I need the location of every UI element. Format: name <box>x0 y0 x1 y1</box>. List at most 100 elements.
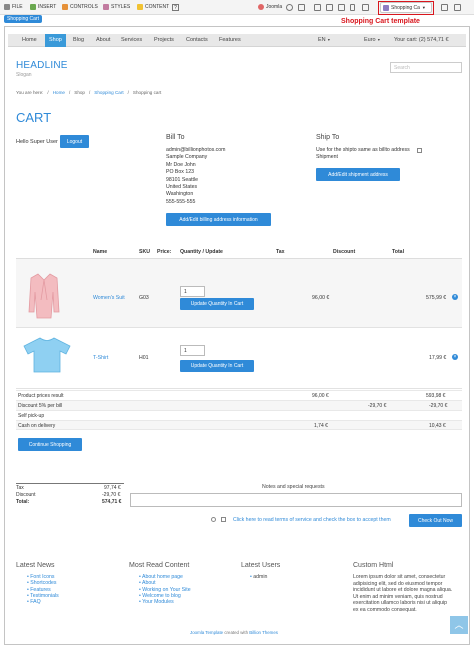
currency-select[interactable]: Euro ▼ <box>364 37 381 43</box>
nav-item-features[interactable]: Features <box>219 37 241 43</box>
close-icon[interactable] <box>454 4 461 11</box>
product-link-tshirt[interactable]: T-Shirt <box>93 355 108 361</box>
custom-html-heading: Custom Html <box>353 562 394 569</box>
joomla-link[interactable]: Joomla <box>258 4 282 10</box>
latest-users-heading: Latest Users <box>241 562 281 569</box>
list-item[interactable]: FAQ <box>27 599 59 605</box>
list-item[interactable]: Shortcodes <box>27 580 59 586</box>
save-icon[interactable] <box>362 4 369 11</box>
site-slogan: Slogan <box>16 72 32 78</box>
col-price: Price: <box>157 249 172 255</box>
controls-menu[interactable]: CONTROLS <box>62 4 98 10</box>
custom-html-text: Lorem ipsum dolor sit amet, consectetur … <box>353 574 453 613</box>
breadcrumb-current: Shopping cart <box>132 90 162 95</box>
continue-shopping-button[interactable]: Continue Shopping <box>18 438 82 451</box>
laptop-view-icon[interactable] <box>326 4 333 11</box>
list-item: admin <box>250 574 267 580</box>
insert-menu[interactable]: INSERT <box>30 4 56 10</box>
total-cell: 575,99 € <box>426 295 447 301</box>
tshirt-image[interactable] <box>22 336 72 374</box>
styles-menu[interactable]: STYLES <box>103 4 130 10</box>
help-button[interactable]: ? <box>172 4 179 11</box>
same-as-billto-checkbox[interactable] <box>417 148 422 153</box>
question-icon: ? <box>172 4 179 11</box>
nav-item-about[interactable]: About <box>96 37 110 43</box>
styles-icon <box>103 4 109 10</box>
product-link-womens-suit[interactable]: Women's Suit <box>93 295 125 301</box>
list-item[interactable]: Working on Your Site <box>139 587 190 593</box>
caret-down-icon: ▼ <box>327 38 331 42</box>
update-quantity-button[interactable]: Update Quantity In Cart <box>180 360 254 372</box>
remove-item-icon[interactable]: × <box>452 354 458 360</box>
col-total: Total <box>392 249 405 255</box>
logout-button[interactable]: Logout <box>60 135 89 148</box>
list-item[interactable]: Your Modules <box>139 599 191 605</box>
col-quantity: Quantity / Update <box>180 249 223 255</box>
settings-icon[interactable] <box>441 4 448 11</box>
shipto-option: Use for the shipto same as billto addres… <box>316 147 410 161</box>
page-title: CART <box>16 110 52 125</box>
terms-link[interactable]: Click here to read terms of service and … <box>233 517 391 523</box>
page-badge: Shopping Cart <box>4 15 42 23</box>
tablet-view-icon[interactable] <box>338 4 345 11</box>
breadcrumb-prefix: You are here: <box>16 90 44 95</box>
totals-box: Tax 97,74 € Discount -29,70 € Total: 574,71… <box>16 483 124 505</box>
sku-cell: H01 <box>139 355 149 361</box>
mobile-view-icon[interactable] <box>350 4 355 11</box>
terms-checkbox[interactable] <box>221 517 226 522</box>
nav-item-shop[interactable]: Shop <box>45 34 66 47</box>
nav-item-services[interactable]: Services <box>121 37 142 43</box>
latest-news-heading: Latest News <box>16 562 55 569</box>
checkout-button[interactable]: Check Out Now <box>409 514 462 527</box>
notes-textarea[interactable] <box>130 493 462 507</box>
latest-news-list: Font Icons Shortcodes Features Testimoni… <box>27 574 59 605</box>
summary-row: Cash on delivery 1,74 € 10,43 € <box>16 420 462 430</box>
table-row <box>16 259 462 327</box>
content-menu[interactable]: CONTENT <box>137 4 169 10</box>
summary-row: Self pick-up <box>16 410 462 420</box>
breadcrumb-home[interactable]: Home <box>53 90 65 95</box>
nav-item-contacts[interactable]: Contacts <box>186 37 208 43</box>
table-row <box>16 327 462 389</box>
remove-item-icon[interactable]: × <box>452 294 458 300</box>
col-sku: SKU <box>139 249 150 255</box>
cart-summary-link[interactable]: Your cart: (2) 574,71 € <box>394 37 449 43</box>
breadcrumb-shop: Shop <box>74 90 85 95</box>
update-quantity-button[interactable]: Update Quantity In Cart <box>180 298 254 310</box>
col-tax: Tax <box>276 249 285 255</box>
sku-cell: G03 <box>139 295 149 301</box>
most-read-heading: Most Read Content <box>129 562 190 569</box>
info-icon <box>211 517 216 522</box>
scroll-to-top-button[interactable]: ︿ <box>450 616 468 634</box>
desktop-view-icon[interactable] <box>314 4 321 11</box>
insert-icon <box>30 4 36 10</box>
search-input[interactable]: Search <box>390 62 462 73</box>
annotation-label: Shopping Cart template <box>341 18 420 25</box>
site-headline[interactable]: HEADLINE <box>16 60 68 71</box>
nav-item-blog[interactable]: Blog <box>73 37 84 43</box>
joomla-icon <box>258 4 264 10</box>
breadcrumb-shopping-cart[interactable]: Shopping Cart <box>94 90 123 95</box>
file-icon <box>4 4 10 10</box>
latest-users-list: admin <box>250 574 267 580</box>
breadcrumb: You are here: / Home / Shop / Shopping C… <box>16 90 162 95</box>
nav-item-projects[interactable]: Projects <box>154 37 174 43</box>
womens-suit-image[interactable] <box>28 272 60 320</box>
summary-row: Product prices result 96,00 € 593,98 € <box>16 390 462 400</box>
ship-to-heading: Ship To <box>316 134 340 141</box>
edit-billing-button[interactable]: Add/Edit billing address information <box>166 213 271 226</box>
quantity-input[interactable]: 1 <box>180 345 205 356</box>
file-menu[interactable]: FILE <box>4 4 23 10</box>
redo-icon[interactable] <box>298 4 305 11</box>
most-read-list: About home page About Working on Your Si… <box>139 574 191 605</box>
refresh-icon[interactable] <box>286 4 293 11</box>
footer-credit: Joomla Template created with Billion The… <box>190 630 278 635</box>
greeting-text: Hello Super User <box>16 139 58 145</box>
controls-icon <box>62 4 68 10</box>
nav-item-home[interactable]: Home <box>22 37 37 43</box>
quantity-input[interactable]: 1 <box>180 286 205 297</box>
main-nav: Home Shop Blog About Services Projects C… <box>8 34 466 47</box>
edit-shipment-button[interactable]: Add/Edit shipment address <box>316 168 400 181</box>
chevron-up-icon: ︿ <box>454 620 464 630</box>
language-select[interactable]: EN ▼ <box>318 37 331 43</box>
